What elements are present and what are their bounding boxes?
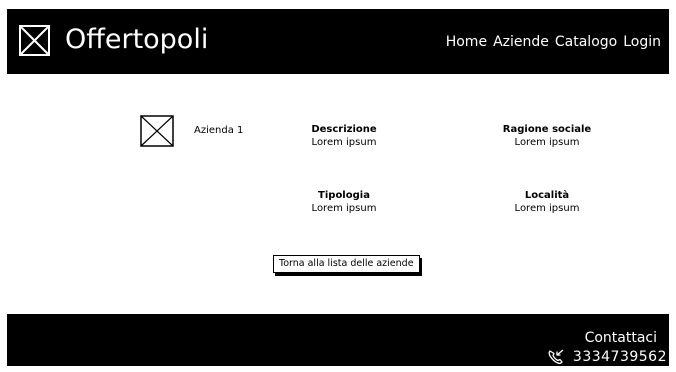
back-to-list-button[interactable]: Torna alla lista delle aziende bbox=[273, 255, 420, 273]
field-value: Lorem ipsum bbox=[514, 137, 580, 148]
nav-login[interactable]: Login bbox=[623, 33, 661, 51]
footer-bar: Contattaci 3334739562 bbox=[7, 314, 669, 366]
field-label: Località bbox=[524, 190, 570, 201]
field-value: Lorem ipsum bbox=[311, 203, 377, 214]
header-bar: Offertopoli Home Aziende Catalogo Login bbox=[7, 9, 669, 74]
company-detail: Azienda 1 Descrizione Lorem ipsum Ragion… bbox=[7, 74, 669, 314]
field-value: Lorem ipsum bbox=[311, 137, 377, 148]
company-image-placeholder-icon bbox=[140, 115, 174, 147]
page-frame: Offertopoli Home Aziende Catalogo Login … bbox=[7, 9, 669, 366]
phone-number[interactable]: 3334739562 bbox=[573, 348, 667, 366]
company-name: Azienda 1 bbox=[194, 125, 244, 136]
field-ragione-sociale: Ragione sociale Lorem ipsum bbox=[487, 123, 607, 150]
field-localita: Località Lorem ipsum bbox=[487, 189, 607, 216]
nav-home[interactable]: Home bbox=[446, 33, 487, 51]
contact-title: Contattaci bbox=[584, 330, 657, 346]
logo-image-placeholder-icon[interactable] bbox=[19, 25, 50, 56]
phone-row: 3334739562 bbox=[547, 348, 667, 366]
field-label: Tipologia bbox=[318, 190, 370, 201]
field-label: Descrizione bbox=[311, 124, 377, 135]
brand-title[interactable]: Offertopoli bbox=[65, 23, 208, 57]
nav-catalogo[interactable]: Catalogo bbox=[555, 33, 617, 51]
nav-aziende[interactable]: Aziende bbox=[493, 33, 549, 51]
field-tipologia: Tipologia Lorem ipsum bbox=[284, 189, 404, 216]
field-label: Ragione sociale bbox=[502, 124, 592, 135]
phone-outgoing-icon bbox=[548, 349, 564, 365]
field-descrizione: Descrizione Lorem ipsum bbox=[284, 123, 404, 150]
main-nav: Home Aziende Catalogo Login bbox=[446, 33, 661, 51]
field-value: Lorem ipsum bbox=[514, 203, 580, 214]
